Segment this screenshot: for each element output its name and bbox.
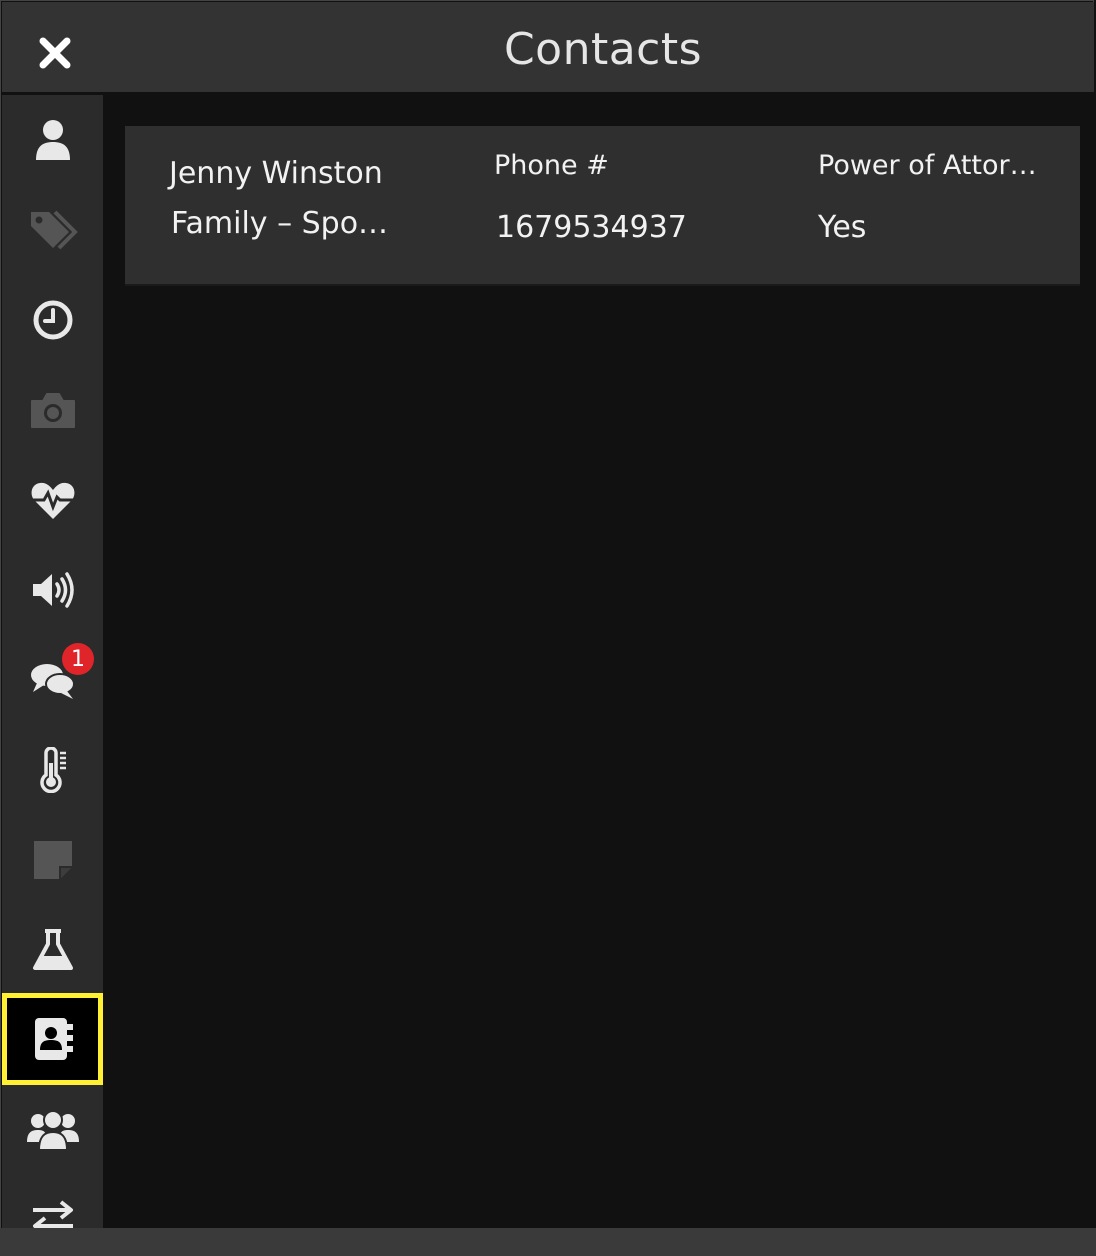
sidebar-item-labs[interactable]	[2, 905, 103, 995]
sidebar-item-user[interactable]	[2, 95, 103, 185]
contact-relationship: Family – Spo…	[171, 206, 389, 241]
close-icon	[39, 37, 71, 69]
sidebar-item-photos[interactable]	[2, 365, 103, 455]
sidebar-item-messages[interactable]: 1	[2, 635, 103, 725]
sidebar: 1	[2, 95, 103, 1228]
contact-card[interactable]: Jenny Winston Family – Spo… Phone # 1679…	[125, 126, 1080, 286]
address-book-icon	[34, 1018, 73, 1060]
sidebar-item-notes[interactable]	[2, 815, 103, 905]
sidebar-item-transfer[interactable]	[2, 1173, 103, 1228]
sidebar-item-vitals[interactable]	[2, 455, 103, 545]
sidebar-item-tags[interactable]	[2, 185, 103, 275]
page-title: Contacts	[503, 24, 703, 75]
phone-header: Phone #	[494, 150, 609, 181]
contact-name: Jenny Winston	[169, 156, 383, 191]
power-of-attorney-value: Yes	[818, 210, 867, 245]
close-button[interactable]	[20, 18, 90, 88]
heartbeat-icon	[30, 482, 75, 519]
speaker-icon	[32, 572, 74, 608]
note-icon	[33, 841, 72, 879]
sidebar-item-history[interactable]	[2, 275, 103, 365]
power-of-attorney-header: Power of Attor…	[818, 150, 1037, 181]
camera-icon	[30, 393, 75, 428]
unread-badge: 1	[62, 643, 94, 675]
tags-icon	[30, 210, 78, 250]
contact-phone: 1679534937	[496, 210, 687, 245]
sidebar-item-temperature[interactable]	[2, 725, 103, 815]
header-bar: Contacts	[2, 2, 1094, 92]
clock-icon	[33, 300, 72, 340]
contacts-panel: Jenny Winston Family – Spo… Phone # 1679…	[103, 92, 1094, 1228]
flask-icon	[32, 929, 73, 970]
thermometer-icon	[39, 747, 66, 793]
exchange-icon	[32, 1200, 73, 1228]
sidebar-item-audio[interactable]	[2, 545, 103, 635]
sidebar-item-group[interactable]	[2, 1085, 103, 1175]
horizontal-scrollbar[interactable]	[0, 1228, 1096, 1256]
user-icon	[35, 120, 70, 160]
sidebar-item-contacts[interactable]	[2, 993, 103, 1085]
users-icon	[26, 1110, 79, 1151]
